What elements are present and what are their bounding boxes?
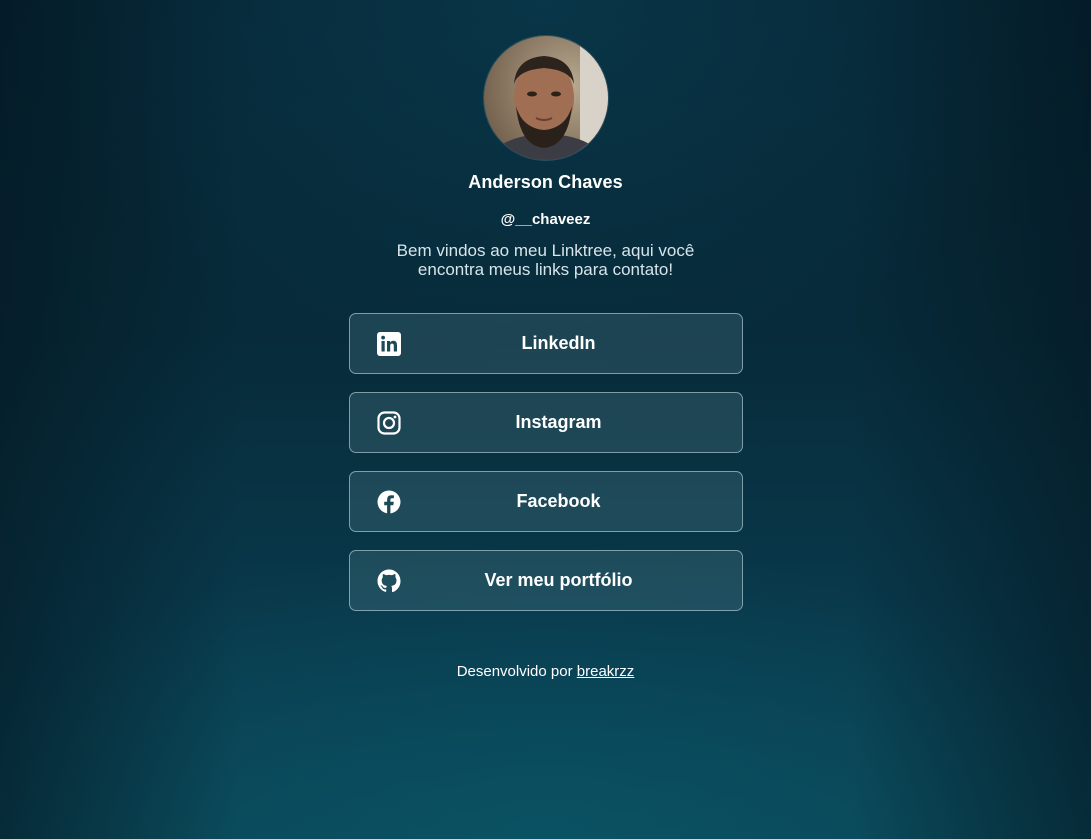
facebook-button[interactable]: Facebook xyxy=(348,471,743,532)
profile-bio: Bem vindos ao meu Linktree, aqui você en… xyxy=(396,241,695,279)
github-icon xyxy=(376,568,402,594)
portfolio-label: Ver meu portfólio xyxy=(484,570,633,590)
instagram-label: Instagram xyxy=(515,412,602,432)
portfolio-button[interactable]: Ver meu portfólio xyxy=(348,550,743,611)
linkedin-button[interactable]: LinkedIn xyxy=(348,313,743,374)
profile-handle: @__chaveez xyxy=(500,211,591,228)
instagram-icon xyxy=(376,410,402,436)
facebook-icon xyxy=(376,489,402,515)
facebook-label: Facebook xyxy=(516,491,601,511)
linkedin-label: LinkedIn xyxy=(521,333,596,353)
linkedin-icon xyxy=(376,331,402,357)
profile-container: Anderson Chaves @__chaveez Bem vindos ao… xyxy=(0,0,1091,680)
avatar xyxy=(483,36,608,160)
footer-prefix: Desenvolvido por xyxy=(456,663,573,680)
footer: Desenvolvido por breakrzz xyxy=(457,663,635,680)
avatar-photo xyxy=(483,36,608,160)
footer-author-link[interactable]: breakrzz xyxy=(577,663,635,680)
profile-name: Anderson Chaves xyxy=(468,172,623,192)
link-list: LinkedIn Instagram Facebook Ver meu port… xyxy=(348,313,743,611)
instagram-button[interactable]: Instagram xyxy=(348,392,743,453)
